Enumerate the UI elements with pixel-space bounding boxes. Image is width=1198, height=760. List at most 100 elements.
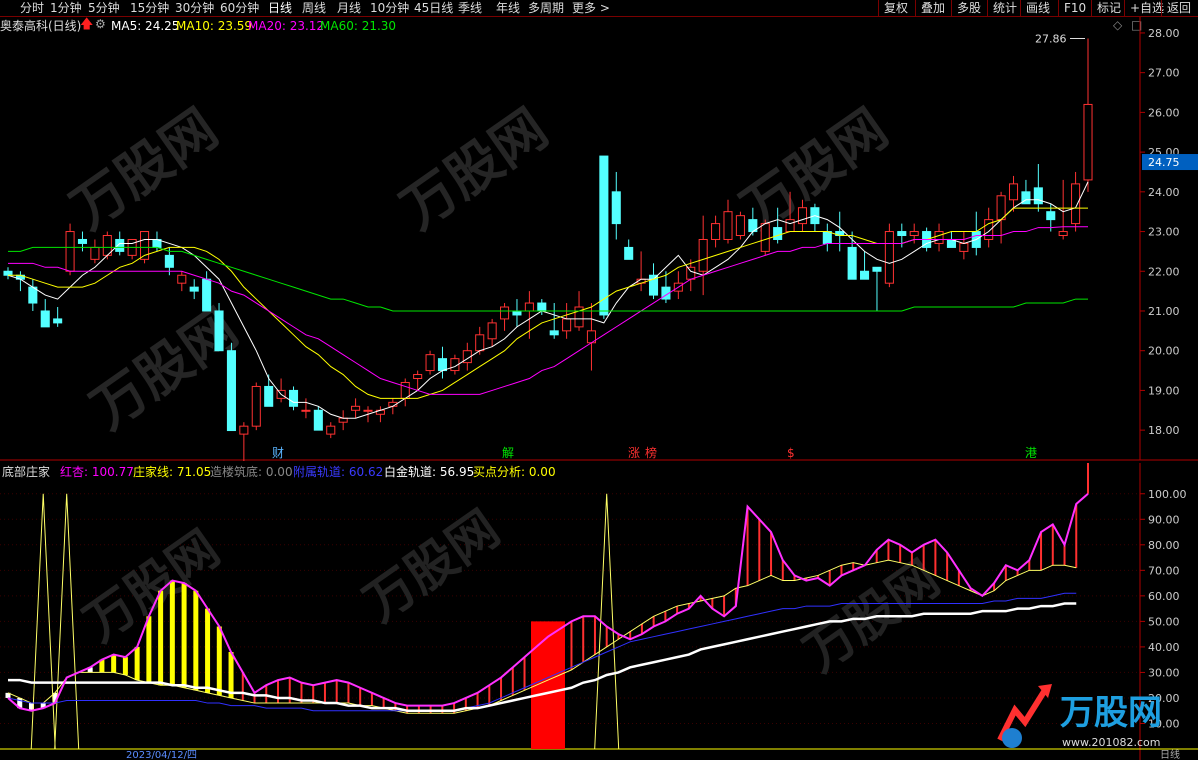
candle-body xyxy=(487,322,497,340)
candle-body xyxy=(996,195,1006,221)
candle-body xyxy=(239,425,249,435)
candle-body xyxy=(822,231,832,244)
toolbar-btn-3[interactable]: 统计 xyxy=(987,0,1022,16)
candle-body xyxy=(413,374,423,380)
baijin-label: 白金轨道: 56.95 xyxy=(384,465,475,479)
event-marker: 涨 xyxy=(628,445,640,460)
date-label: 2023/04/12/四 xyxy=(126,750,197,760)
candle-body xyxy=(3,270,13,276)
wanguwang-logo: 万股网 www.201082.com xyxy=(997,684,1162,749)
candle-body xyxy=(549,330,559,336)
candle-body xyxy=(760,223,770,252)
tab-period-4[interactable]: 30分钟 xyxy=(175,0,214,16)
ind-y-tick-label: 90.00 xyxy=(1148,513,1180,526)
candle-body xyxy=(338,417,348,423)
watermark-text: 万股网 xyxy=(60,97,229,242)
candle-body xyxy=(500,306,510,320)
toolbar-btn-2[interactable]: 多股 xyxy=(951,0,986,16)
candle-body xyxy=(934,231,944,244)
tab-period-5[interactable]: 60分钟 xyxy=(220,0,259,16)
svg-text:万股网: 万股网 xyxy=(1060,693,1162,733)
toolbar-btn-6[interactable]: 标记 xyxy=(1091,0,1126,16)
tab-period-3[interactable]: 15分钟 xyxy=(130,0,169,16)
event-marker: 榜 xyxy=(645,445,657,460)
tab-period-9[interactable]: 10分钟 xyxy=(370,0,409,16)
event-marker: 解 xyxy=(502,446,514,460)
candle-body xyxy=(537,302,547,312)
toolbar-btn-4[interactable]: 画线 xyxy=(1020,0,1055,16)
maidian-spike xyxy=(54,493,80,750)
candle-body xyxy=(313,409,323,431)
candle-body xyxy=(53,318,63,324)
candle-body xyxy=(475,334,485,352)
tab-period-1[interactable]: 1分钟 xyxy=(50,0,82,16)
candle-body xyxy=(264,385,274,407)
y-tick-label: 20.00 xyxy=(1148,345,1180,358)
period-toolbar: 分时 1分钟 5分钟 15分钟 30分钟 60分钟 日线 周线 月线 10分钟 45日线 季线 年线 多周… xyxy=(0,0,1198,17)
watermark-text: 万股网 xyxy=(390,97,559,242)
maidian-label: 买点分析: 0.00 xyxy=(473,465,556,479)
maidian-spike xyxy=(594,493,620,750)
candle-body xyxy=(860,270,870,280)
ind-y-tick-label: 50.00 xyxy=(1148,615,1180,628)
ind-y-tick-label: 80.00 xyxy=(1148,539,1180,552)
current-price-label: 24.75 xyxy=(1148,156,1180,169)
candle-body xyxy=(1083,103,1093,181)
price-chart: 18.0019.0020.0021.0022.0023.0024.0025.00… xyxy=(0,17,1198,461)
high-price-label: 27.86 xyxy=(1035,33,1067,46)
candle-body xyxy=(90,246,100,260)
candle-body xyxy=(1008,183,1019,201)
tab-period-7[interactable]: 周线 xyxy=(302,0,326,16)
zhuangjia-label: 庄家线: 71.05 xyxy=(133,465,212,479)
watermark-text: 万股网 xyxy=(794,549,950,683)
candle-body xyxy=(897,231,907,237)
tab-period-8[interactable]: 月线 xyxy=(337,0,361,16)
candle-body xyxy=(785,219,795,233)
candle-body xyxy=(363,409,373,412)
ind-y-tick-label: 70.00 xyxy=(1148,564,1180,577)
candle-body xyxy=(884,231,894,284)
tab-period-0[interactable]: 分时 xyxy=(20,0,44,16)
candle-body xyxy=(226,350,236,432)
y-tick-label: 22.00 xyxy=(1148,265,1180,278)
candle-body xyxy=(202,278,212,312)
candle-body xyxy=(909,231,919,237)
tab-period-10[interactable]: 45日线 xyxy=(414,0,453,16)
toolbar-btn-1[interactable]: 叠加 xyxy=(915,0,950,16)
candle-body xyxy=(1058,231,1068,237)
toolbar-btn-0[interactable]: 复权 xyxy=(878,0,913,16)
candle-body xyxy=(723,211,733,240)
candle-body xyxy=(735,215,745,237)
zaolou-label: 造楼筑底: 0.00 xyxy=(210,465,293,479)
candle-body xyxy=(214,310,224,352)
indicator-name: 底部庄家 xyxy=(2,465,51,479)
candle-body xyxy=(251,385,261,427)
y-tick-label: 19.00 xyxy=(1148,384,1180,397)
candle-body xyxy=(189,286,199,292)
tab-period-11[interactable]: 季线 xyxy=(458,0,482,16)
fuyin-label: 附属轨道: 60.62 xyxy=(293,465,384,479)
tab-period-12[interactable]: 年线 xyxy=(496,0,520,16)
event-marker: 港 xyxy=(1025,446,1037,460)
candle-body xyxy=(872,266,882,272)
candle-body xyxy=(797,207,808,225)
tab-period-2[interactable]: 5分钟 xyxy=(88,0,120,16)
candle-body xyxy=(512,310,522,316)
candle-body xyxy=(425,354,435,372)
ind-y-tick-label: 60.00 xyxy=(1148,590,1180,603)
hongxing-label: 红杏: 100.77 xyxy=(60,465,134,479)
candle-body xyxy=(177,274,187,284)
candle-body xyxy=(847,246,857,280)
toolbar-btn-8[interactable]: 返回 xyxy=(1161,0,1196,16)
tab-period-14[interactable]: 更多 > xyxy=(572,0,610,16)
candle-body xyxy=(686,266,696,280)
y-tick-label: 26.00 xyxy=(1148,106,1180,119)
toolbar-btn-5[interactable]: F10 xyxy=(1058,0,1091,16)
tab-period-13[interactable]: 多周期 xyxy=(528,0,564,16)
candle-body xyxy=(611,191,621,225)
candle-body xyxy=(959,242,969,252)
candle-body xyxy=(524,302,534,312)
candle-body xyxy=(164,254,174,268)
tab-period-6[interactable]: 日线 xyxy=(268,0,292,16)
candle-body xyxy=(698,238,708,272)
